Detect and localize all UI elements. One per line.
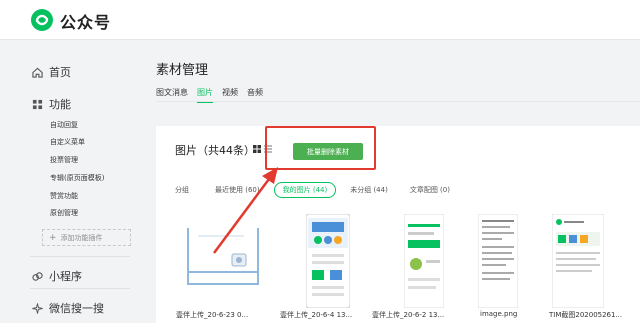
sidebar-item-label: 微信搜一搜 bbox=[49, 302, 104, 315]
sidebar-item-label: 功能 bbox=[49, 98, 71, 111]
sidebar-item-mini-program[interactable]: 小程序 bbox=[32, 268, 82, 284]
sidebar-sub-vote[interactable]: 投票管理 bbox=[50, 155, 78, 165]
page-title: 素材管理 bbox=[156, 63, 209, 78]
sidebar-item-features[interactable]: 功能 bbox=[32, 96, 71, 112]
add-plugin-label: 添加功能插件 bbox=[60, 233, 103, 242]
divider bbox=[30, 288, 130, 289]
tabs-underline bbox=[156, 101, 640, 102]
sidebar-sub-original[interactable]: 原创管理 bbox=[50, 208, 78, 218]
main-content: 素材管理 图文消息 图片 视频 音频 图片（共44条） 批量删除素材 分组 最近… bbox=[140, 40, 640, 323]
image-thumbnail[interactable] bbox=[404, 214, 444, 308]
sidebar: 首页 功能 自动回复 自定义菜单 投票管理 专辑(原页面模板) 赞赏功能 原创管… bbox=[0, 40, 140, 323]
sidebar-item-home[interactable]: 首页 bbox=[32, 64, 71, 80]
home-icon bbox=[32, 67, 43, 78]
grid-view-icon[interactable] bbox=[253, 145, 261, 153]
group-my-images[interactable]: 我的图片 (44) bbox=[273, 182, 337, 198]
group-label: 分组 bbox=[175, 186, 189, 194]
mini-program-icon bbox=[32, 271, 43, 281]
image-name: 壹伴上传_20-6-4 13... bbox=[280, 311, 353, 319]
group-recent[interactable]: 最近使用 (60) bbox=[207, 183, 268, 197]
wechat-official-logo-icon bbox=[31, 9, 53, 31]
sidebar-item-search[interactable]: 微信搜一搜 bbox=[32, 300, 104, 316]
sidebar-sub-custom-menu[interactable]: 自定义菜单 bbox=[50, 137, 85, 147]
group-article-images[interactable]: 文章配图 (0) bbox=[402, 183, 458, 197]
panel-title: 图片（共44条） bbox=[175, 144, 255, 157]
sidebar-sub-album[interactable]: 专辑(原页面模板) bbox=[50, 173, 104, 183]
sidebar-item-label: 首页 bbox=[49, 66, 71, 79]
group-filter: 分组 最近使用 (60) 我的图片 (44) 未分组 (44) 文章配图 (0) bbox=[175, 182, 458, 198]
sidebar-sub-auto-reply[interactable]: 自动回复 bbox=[50, 120, 78, 130]
image-thumbnail[interactable] bbox=[306, 214, 350, 308]
top-bar: 公众号 bbox=[0, 0, 640, 40]
sparkle-search-icon bbox=[32, 302, 43, 314]
divider bbox=[30, 256, 130, 257]
image-name: 壹伴上传_20-6-2 13... bbox=[372, 311, 445, 319]
image-name: image.png bbox=[480, 310, 518, 318]
sidebar-item-label: 小程序 bbox=[49, 270, 82, 283]
image-thumbnail[interactable] bbox=[184, 214, 262, 308]
image-panel: 图片（共44条） 批量删除素材 分组 最近使用 (60) 我的图片 (44) 未… bbox=[156, 126, 640, 323]
image-name: 壹伴上传_20-6-23 0... bbox=[176, 311, 249, 319]
sidebar-sub-appreciate[interactable]: 赞赏功能 bbox=[50, 191, 78, 201]
group-ungrouped[interactable]: 未分组 (44) bbox=[342, 183, 396, 197]
grid-icon bbox=[32, 99, 43, 109]
plus-icon: + bbox=[49, 232, 57, 243]
image-thumbnail[interactable] bbox=[552, 214, 604, 308]
batch-delete-button[interactable]: 批量删除素材 bbox=[293, 143, 363, 160]
add-plugin-button[interactable]: + 添加功能插件 bbox=[42, 229, 131, 246]
image-name: TIM截图202005261... bbox=[549, 311, 623, 319]
image-thumbnail[interactable] bbox=[478, 214, 518, 308]
brand-name: 公众号 bbox=[60, 13, 112, 32]
